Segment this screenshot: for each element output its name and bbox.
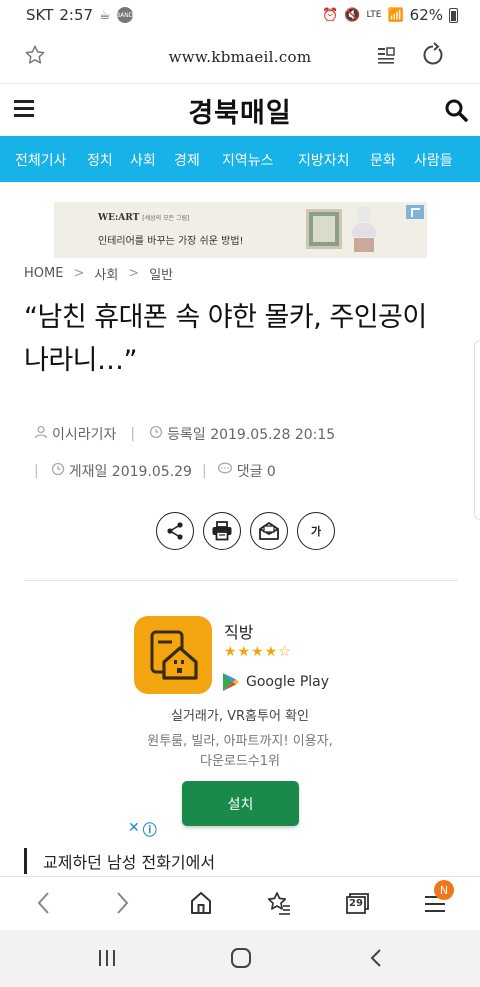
google-play-label: Google Play xyxy=(222,672,329,692)
framed-picture-image xyxy=(306,209,342,249)
notification-badge: N xyxy=(434,880,454,900)
category-nav: 전체기사 정치 사회 경제 지역뉴스 지방자치 문화 사람들 xyxy=(0,136,480,182)
nav-item-local-gov[interactable]: 지방자치 xyxy=(298,150,350,170)
section-marker xyxy=(24,848,27,874)
related-article-title[interactable]: 교제하던 남성 전화기에서 xyxy=(43,849,215,873)
menu-icon[interactable] xyxy=(14,100,34,117)
author-name: 이시라기자 xyxy=(52,427,117,443)
reader-mode-icon[interactable] xyxy=(376,46,396,70)
status-bar: SKT 2:57 ☕ BAND ⏰ 🔇 LTE 📶 62% xyxy=(0,0,480,30)
url-display[interactable]: www.kbmaeil.com xyxy=(0,48,480,66)
divider xyxy=(24,580,458,581)
alarm-icon: ⏰ xyxy=(322,7,339,23)
browser-url-bar: www.kbmaeil.com xyxy=(0,30,480,84)
nav-item-politics[interactable]: 정치 xyxy=(87,150,113,170)
back-arrow-icon[interactable] xyxy=(34,890,54,920)
ad-headline: 실거래가, VR홈투어 확인 xyxy=(171,709,309,724)
person-icon xyxy=(34,425,48,443)
meta-divider: | xyxy=(201,463,207,479)
signal-icon: 📶 xyxy=(387,7,404,23)
article-headline: “남친 휴대폰 속 야한 몰카, 주인공이 나라니…” xyxy=(24,302,427,376)
tab-count: 29 xyxy=(349,898,363,909)
app-install-ad[interactable]: 직방 ★★★★☆ Google Play 실거래가, VR홈투어 확인 원투룸,… xyxy=(0,600,480,840)
font-size-button[interactable]: 가 xyxy=(297,512,335,550)
nav-item-society[interactable]: 사회 xyxy=(130,150,156,170)
app-name[interactable]: 직방 xyxy=(224,619,253,643)
comment-count[interactable]: 댓글 0 xyxy=(237,461,276,481)
statue-image xyxy=(352,206,376,252)
battery-percent: 62% xyxy=(409,6,443,24)
chevron-right-icon: > xyxy=(73,266,85,281)
browser-toolbar: 29 xyxy=(0,876,480,930)
back-button-icon[interactable] xyxy=(368,948,384,972)
bookmark-star-icon[interactable] xyxy=(24,44,46,70)
comment-icon xyxy=(217,462,233,480)
related-article[interactable]: 교제하던 남성 전화기에서 xyxy=(24,846,215,876)
meta-divider: | xyxy=(130,426,136,442)
clock-icon xyxy=(51,462,65,480)
share-toolbar: 가 xyxy=(156,512,335,550)
coffee-cup-icon: ☕ xyxy=(99,7,111,23)
info-icon[interactable]: ⓘ xyxy=(143,820,157,840)
network-type: LTE xyxy=(366,9,382,20)
ad-choices-icon[interactable] xyxy=(406,205,424,219)
clock-icon xyxy=(149,425,163,443)
top-ad-banner[interactable]: WE:ART [세상의 모든 그림] 인테리어를 바꾸는 가장 쉬운 방법! xyxy=(54,202,427,258)
forward-arrow-icon[interactable] xyxy=(112,890,132,920)
article-meta-row-2: | 게재일 2019.05.29 | 댓글 0 xyxy=(34,461,276,481)
install-button[interactable]: 설치 xyxy=(182,781,299,826)
search-icon[interactable] xyxy=(444,98,468,126)
nav-item-local-news[interactable]: 지역뉴스 xyxy=(222,150,274,170)
band-app-icon: BAND xyxy=(116,7,133,23)
rating-stars: ★★★★☆ xyxy=(224,644,292,660)
nav-item-people[interactable]: 사람들 xyxy=(414,150,453,170)
side-scroll-handle[interactable] xyxy=(474,340,480,520)
home-button-icon[interactable] xyxy=(230,948,252,972)
ad-description: 원투룸, 빌라, 아파트까지! 이용자, 다운로드수1위 xyxy=(147,734,333,769)
ad-brand: WE:ART [세상의 모든 그림] xyxy=(98,213,190,223)
app-icon[interactable] xyxy=(134,616,212,694)
published-date: 게재일 2019.05.29 xyxy=(68,464,192,480)
breadcrumb-subsection[interactable]: 일반 xyxy=(149,264,173,283)
breadcrumb-home[interactable]: HOME xyxy=(24,266,63,281)
print-button[interactable] xyxy=(203,512,241,550)
nav-item-culture[interactable]: 문화 xyxy=(370,150,396,170)
bookmarks-icon[interactable] xyxy=(266,890,292,920)
envelope-icon xyxy=(259,522,279,540)
ad-tagline: 인테리어를 바꾸는 가장 쉬운 방법! xyxy=(98,236,244,247)
site-logo[interactable]: 경북매일 xyxy=(0,91,480,130)
breadcrumb: HOME > 사회 > 일반 xyxy=(24,264,173,283)
reload-icon[interactable] xyxy=(420,42,446,72)
share-button[interactable] xyxy=(156,512,194,550)
carrier-label: SKT xyxy=(26,6,54,24)
font-size-label: 가 xyxy=(310,525,322,538)
site-header: 경북매일 xyxy=(0,84,480,136)
breadcrumb-section[interactable]: 사회 xyxy=(94,264,118,283)
ad-close-info[interactable]: ✕ ⓘ xyxy=(128,820,157,840)
share-icon xyxy=(167,522,183,540)
chevron-right-icon: > xyxy=(128,266,140,281)
printer-icon xyxy=(212,521,232,541)
close-icon[interactable]: ✕ xyxy=(128,820,140,840)
home-icon[interactable] xyxy=(189,890,213,920)
email-button[interactable] xyxy=(250,512,288,550)
mute-icon: 🔇 xyxy=(344,7,361,23)
clock: 2:57 xyxy=(59,6,94,24)
registered-date: 등록일 2019.05.28 20:15 xyxy=(167,427,336,443)
battery-icon xyxy=(449,7,458,23)
meta-divider: | xyxy=(34,463,39,479)
nav-item-all[interactable]: 전체기사 xyxy=(15,150,67,170)
article-meta-row-1: 이시라기자 | 등록일 2019.05.28 20:15 xyxy=(34,424,335,444)
nav-item-economy[interactable]: 경제 xyxy=(174,150,200,170)
system-nav-bar xyxy=(0,930,480,987)
google-play-icon xyxy=(223,673,239,691)
recent-apps-icon[interactable] xyxy=(97,948,117,972)
